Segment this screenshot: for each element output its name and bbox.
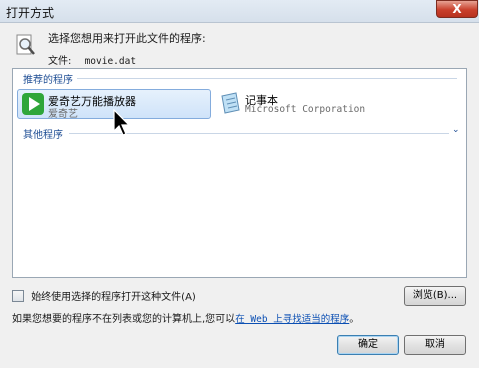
title-bar: 打开方式 X (0, 0, 479, 22)
dialog-prompt: 选择您想用来打开此文件的程序: (48, 32, 206, 45)
close-button[interactable]: X (436, 0, 478, 18)
always-use-checkbox[interactable] (12, 290, 24, 302)
file-name: movie.dat (84, 56, 137, 67)
chevron-down-icon[interactable]: ⌄ (452, 125, 460, 135)
program-item-notepad[interactable]: 记事本 Microsoft Corporation (217, 89, 377, 119)
ok-button[interactable]: 确定 (337, 335, 399, 355)
program-publisher: 爱奇艺 (48, 109, 78, 120)
web-search-link[interactable]: 在 Web 上寻找适当的程序 (235, 314, 349, 325)
cancel-button[interactable]: 取消 (404, 335, 466, 355)
browse-button[interactable]: 浏览(B)... (404, 286, 466, 306)
notepad-icon (221, 92, 240, 114)
magnifier-icon (16, 34, 35, 55)
program-publisher: Microsoft Corporation (245, 104, 366, 115)
mouse-cursor-icon (113, 109, 131, 136)
hint-text: 如果您想要的程序不在列表或您的计算机上,您可以在 Web 上寻找适当的程序。 (12, 310, 359, 325)
section-divider (77, 78, 457, 79)
other-programs-header[interactable]: 其他程序 (23, 126, 63, 141)
always-use-option[interactable]: 始终使用选择的程序打开这种文件(A) (12, 288, 196, 303)
iqiyi-player-icon (22, 93, 44, 115)
always-use-label: 始终使用选择的程序打开这种文件(A) (31, 292, 196, 303)
file-label: 文件: (48, 56, 72, 67)
window-title: 打开方式 (6, 6, 55, 20)
hint-suffix: 。 (349, 314, 360, 325)
hint-prefix: 如果您想要的程序不在列表或您的计算机上,您可以 (12, 314, 236, 325)
program-list[interactable]: 推荐的程序 爱奇艺万能播放器 爱奇艺 记事本 Microsoft Corpora… (12, 68, 467, 278)
recommended-programs-header: 推荐的程序 (23, 75, 73, 86)
file-info: 文件: movie.dat (48, 52, 136, 67)
